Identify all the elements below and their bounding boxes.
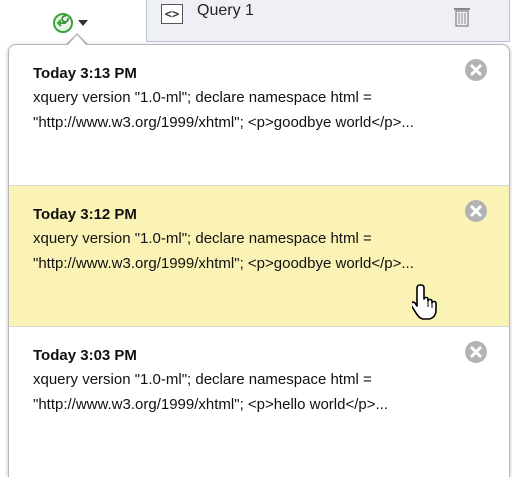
- history-entry[interactable]: Today 3:13 PM xquery version "1.0-ml"; d…: [9, 45, 509, 186]
- history-entry-time: Today 3:12 PM: [33, 206, 137, 223]
- close-circle-icon[interactable]: [465, 59, 487, 81]
- tab-query-1[interactable]: <> Query 1: [146, 0, 510, 42]
- popup-pointer-fill: [68, 35, 86, 45]
- history-entry-code: xquery version "1.0-ml"; declare namespa…: [33, 230, 414, 272]
- tab-label: Query 1: [197, 2, 254, 19]
- hand-cursor-icon: [410, 283, 442, 321]
- trash-icon[interactable]: [453, 6, 471, 28]
- close-circle-icon[interactable]: [465, 200, 487, 222]
- history-entry-time: Today 3:03 PM: [33, 347, 137, 364]
- history-entry-code: xquery version "1.0-ml"; declare namespa…: [33, 371, 389, 413]
- history-entry-time: Today 3:13 PM: [33, 65, 137, 82]
- code-tag-icon: <>: [161, 4, 183, 24]
- history-entry[interactable]: Today 3:03 PM xquery version "1.0-ml"; d…: [9, 327, 509, 468]
- history-entry-code: xquery version "1.0-ml"; declare namespa…: [33, 89, 414, 131]
- close-circle-icon[interactable]: [465, 341, 487, 363]
- history-globe-icon: [52, 12, 74, 34]
- history-popup: Today 3:13 PM xquery version "1.0-ml"; d…: [8, 44, 510, 477]
- caret-down-icon: [78, 20, 88, 26]
